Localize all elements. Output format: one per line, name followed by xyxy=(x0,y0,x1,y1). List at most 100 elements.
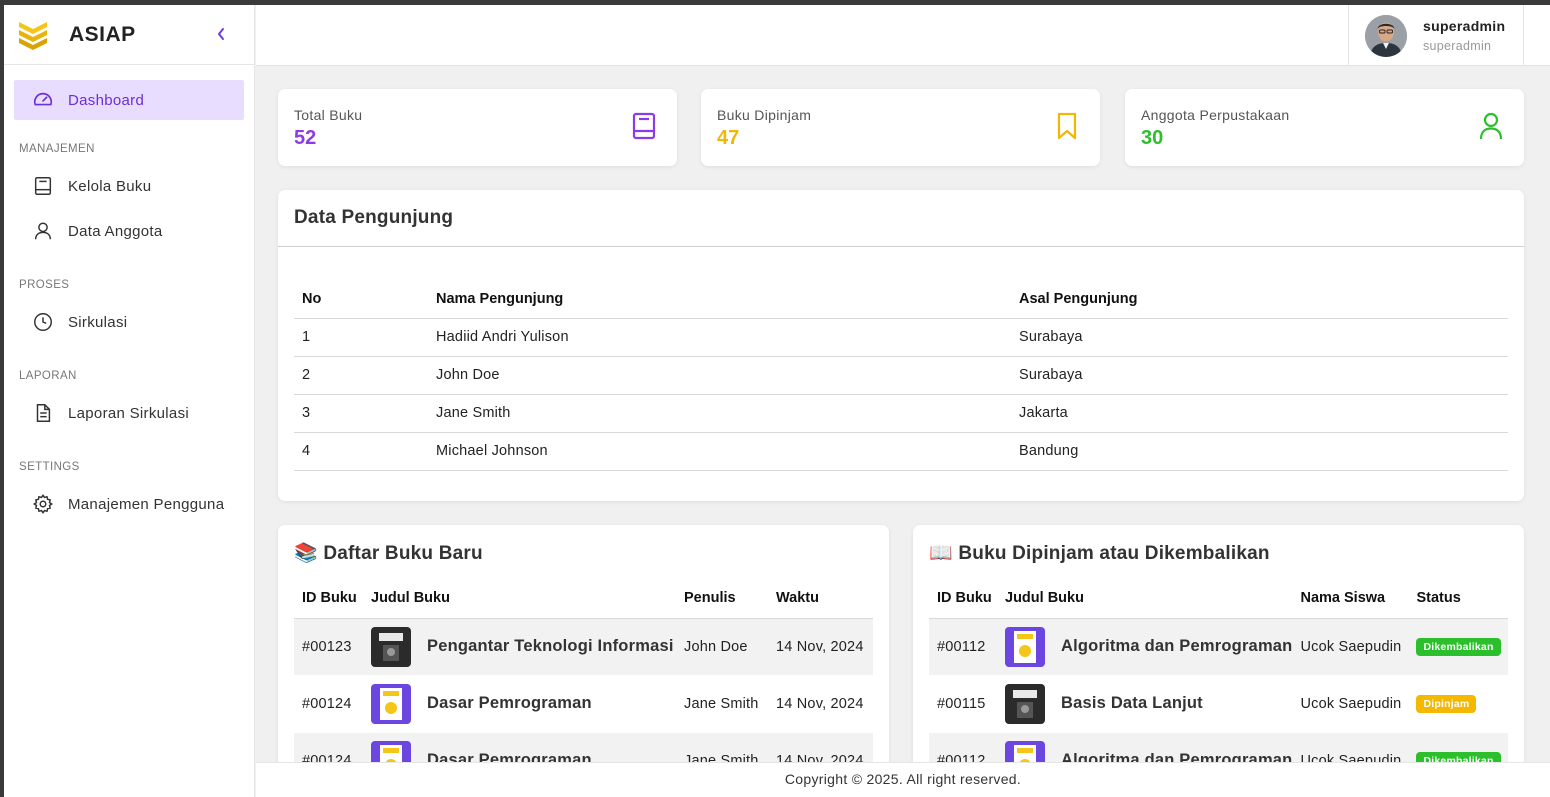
book-title: Algoritma dan Pemrograman xyxy=(1061,637,1293,655)
book-icon xyxy=(632,112,656,140)
visitors-card: Data Pengunjung No Nama Pengunjung Asal … xyxy=(278,190,1524,501)
new-books-card-title: 📚 Daftar Buku Baru xyxy=(294,543,483,564)
gear-icon xyxy=(32,494,54,514)
column-header-id: ID Buku xyxy=(294,579,363,619)
stat-card-total-buku: Total Buku 52 xyxy=(278,89,677,166)
clock-icon xyxy=(34,313,52,331)
cell-nama: Jane Smith xyxy=(428,394,1011,433)
status-badge: Dipinjam xyxy=(1416,694,1477,713)
cell-no: 2 xyxy=(294,356,428,395)
cell-asal: Bandung xyxy=(1011,432,1508,471)
cell-asal: Surabaya xyxy=(1011,356,1508,395)
stat-value: 30 xyxy=(1141,127,1164,149)
sidebar-menu: Dashboard MANAJEMEN Kelola Buku Data Ang… xyxy=(4,65,254,524)
column-header-nama: Nama Pengunjung xyxy=(428,280,1011,319)
brand: ASIAP xyxy=(4,5,254,65)
sidebar-item-label: Dashboard xyxy=(68,91,145,109)
book-icon xyxy=(34,177,52,195)
dashboard-gauge-icon xyxy=(33,92,53,106)
cell-student: Ucok Saepudin xyxy=(1292,618,1409,676)
column-header-judul: Judul Buku xyxy=(997,579,1293,619)
stat-label: Anggota Perpustakaan xyxy=(1141,107,1290,123)
app-name: ASIAP xyxy=(69,22,136,46)
cell-id: #00123 xyxy=(294,618,363,676)
table-row: 4 Michael Johnson Bandung xyxy=(294,432,1508,471)
section-label-manajemen: MANAJEMEN xyxy=(19,143,95,155)
cell-no: 3 xyxy=(294,394,428,433)
new-books-table: ID Buku Judul Buku Penulis Waktu #00123 xyxy=(294,579,873,785)
cell-author: Jane Smith xyxy=(676,675,768,733)
book-title: Basis Data Lanjut xyxy=(1061,694,1203,712)
stat-card-buku-dipinjam: Buku Dipinjam 47 xyxy=(701,89,1100,166)
section-label-proses: PROSES xyxy=(19,279,70,291)
cell-nama: John Doe xyxy=(428,356,1011,395)
cell-author: John Doe xyxy=(676,618,768,676)
sidebar: ASIAP Dashboard MANAJEMEN Kelola Buku Da… xyxy=(4,5,255,797)
table-row[interactable]: #00112 Algoritma dan Pemrograman Ucok Sa… xyxy=(929,618,1508,676)
book-cover-image xyxy=(1005,626,1045,667)
status-badge: Dikembalikan xyxy=(1416,637,1501,656)
table-row: 1 Hadiid Andri Yulison Surabaya xyxy=(294,318,1508,357)
user-menu[interactable]: superadmin superadmin xyxy=(1348,5,1524,66)
stat-value: 47 xyxy=(717,127,740,149)
section-label-settings: SETTINGS xyxy=(19,461,80,473)
loans-card: 📖 Buku Dipinjam atau Dikembalikan ID Buk… xyxy=(913,525,1524,785)
chevron-left-icon xyxy=(218,28,224,40)
document-icon xyxy=(36,404,51,422)
sidebar-item-manajemen-pengguna[interactable]: Manajemen Pengguna xyxy=(14,484,244,524)
sidebar-item-label: Laporan Sirkulasi xyxy=(68,404,189,422)
cell-id: #00124 xyxy=(294,675,363,733)
column-header-nama-siswa: Nama Siswa xyxy=(1292,579,1409,619)
cell-id: #00115 xyxy=(929,675,997,733)
column-header-asal: Asal Pengunjung xyxy=(1011,280,1508,319)
cell-nama: Michael Johnson xyxy=(428,432,1011,471)
sidebar-item-dashboard[interactable]: Dashboard xyxy=(14,80,244,120)
sidebar-collapse-button[interactable] xyxy=(211,23,231,45)
book-cover-image xyxy=(1005,683,1045,724)
bookmark-icon xyxy=(1057,112,1077,140)
user-name: superadmin xyxy=(1423,18,1506,34)
visitors-table: No Nama Pengunjung Asal Pengunjung 1 Had… xyxy=(294,280,1508,471)
sidebar-item-label: Kelola Buku xyxy=(68,177,152,195)
new-books-card: 📚 Daftar Buku Baru ID Buku Judul Buku Pe… xyxy=(278,525,889,785)
sidebar-item-label: Sirkulasi xyxy=(68,313,128,331)
table-row[interactable]: #00115 Basis Data Lanjut Ucok Saepudin D… xyxy=(929,675,1508,733)
column-header-status: Status xyxy=(1408,579,1508,619)
app-frame: ASIAP Dashboard MANAJEMEN Kelola Buku Da… xyxy=(4,5,1550,797)
sidebar-item-sirkulasi[interactable]: Sirkulasi xyxy=(14,302,244,342)
column-header-waktu: Waktu xyxy=(768,579,873,619)
loans-card-title: 📖 Buku Dipinjam atau Dikembalikan xyxy=(929,543,1270,564)
cell-nama: Hadiid Andri Yulison xyxy=(428,318,1011,357)
column-header-penulis: Penulis xyxy=(676,579,768,619)
user-role: superadmin xyxy=(1423,39,1492,53)
sidebar-item-data-anggota[interactable]: Data Anggota xyxy=(14,211,244,251)
cell-no: 4 xyxy=(294,432,428,471)
cell-asal: Surabaya xyxy=(1011,318,1508,357)
user-icon xyxy=(1479,112,1503,140)
cell-student: Ucok Saepudin xyxy=(1292,675,1409,733)
topbar: superadmin superadmin xyxy=(256,5,1550,66)
cell-time: 14 Nov, 2024 xyxy=(768,618,873,676)
sidebar-item-kelola-buku[interactable]: Kelola Buku xyxy=(14,166,244,206)
section-label-laporan: LAPORAN xyxy=(19,370,77,382)
avatar-image xyxy=(1365,14,1407,57)
book-cover-image xyxy=(371,626,411,667)
column-header-id: ID Buku xyxy=(929,579,997,619)
stat-label: Buku Dipinjam xyxy=(717,107,812,123)
sidebar-item-label: Data Anggota xyxy=(68,222,163,240)
table-row[interactable]: #00124 Dasar Pemrograman Jane Smith 14 N… xyxy=(294,675,873,733)
user-icon xyxy=(34,222,52,240)
table-row[interactable]: #00123 Pengantar Teknologi Informasi Joh… xyxy=(294,618,873,676)
loans-table: ID Buku Judul Buku Nama Siswa Status #00… xyxy=(929,579,1508,785)
table-row: 3 Jane Smith Jakarta xyxy=(294,394,1508,433)
cell-id: #00112 xyxy=(929,618,997,676)
book-title: Pengantar Teknologi Informasi xyxy=(427,637,674,655)
sidebar-item-laporan-sirkulasi[interactable]: Laporan Sirkulasi xyxy=(14,393,244,433)
avatar xyxy=(1365,14,1407,57)
cell-asal: Jakarta xyxy=(1011,394,1508,433)
column-header-no: No xyxy=(294,280,428,319)
sidebar-item-label: Manajemen Pengguna xyxy=(68,495,225,513)
column-header-judul: Judul Buku xyxy=(363,579,676,619)
logo-icon xyxy=(19,21,47,50)
stat-card-anggota: Anggota Perpustakaan 30 xyxy=(1125,89,1524,166)
